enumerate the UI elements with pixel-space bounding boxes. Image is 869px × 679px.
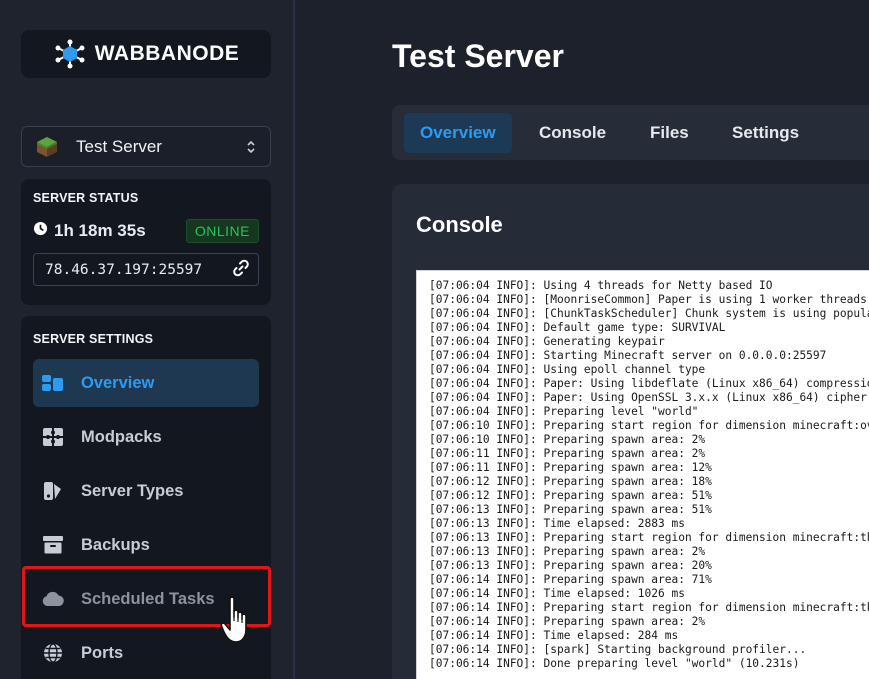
server-address: 78.46.37.197:25597 [45,261,203,278]
sidebar-item-label: Overview [81,373,155,392]
status-badge: ONLINE [185,219,259,243]
console-line: [07:06:04 INFO]: [ChunkTaskScheduler] Ch… [429,307,869,320]
console-line: [07:06:13 INFO]: Preparing start region … [429,531,869,544]
console-panel: Console [07:06:04 INFO]: Using 4 threads… [392,184,869,679]
console-line: [07:06:13 INFO]: Preparing spawn area: 2… [429,545,706,558]
sidebar-item-server-types[interactable]: Server Types [33,467,259,515]
console-line: [07:06:04 INFO]: [MoonriseCommon] Paper … [429,293,869,306]
console-line: [07:06:10 INFO]: Preparing spawn area: 2… [429,433,706,446]
page-title: Test Server [392,38,564,74]
sidebar-item-backups[interactable]: Backups [33,521,259,569]
tab-settings[interactable]: Settings [716,113,815,153]
hand-pointer-cursor-icon [220,595,256,652]
console-line: [07:06:04 INFO]: Paper: Using libdeflate… [429,377,869,390]
copy-link-icon[interactable] [232,259,250,281]
console-line: [07:06:14 INFO]: Time elapsed: 1026 ms [429,587,685,600]
console-line: [07:06:14 INFO]: Done preparing level "w… [429,657,800,670]
console-line: [07:06:04 INFO]: Preparing level "world" [429,405,699,418]
sidebar-item-overview[interactable]: Overview [33,359,259,407]
tab-files[interactable]: Files [634,113,705,153]
clock-icon [33,221,48,241]
console-line: [07:06:13 INFO]: Preparing spawn area: 5… [429,503,712,516]
server-types-icon [41,479,65,503]
console-line: [07:06:04 INFO]: Paper: Using OpenSSL 3.… [429,391,869,404]
console-line: [07:06:13 INFO]: Time elapsed: 2883 ms [429,517,685,530]
sidebar-item-label: Server Types [81,481,184,500]
server-settings-title: SERVER SETTINGS [33,332,154,346]
console-line: [07:06:14 INFO]: [spark] Starting backgr… [429,643,807,656]
console-line: [07:06:10 INFO]: Preparing start region … [429,419,869,432]
globe-icon [41,641,65,665]
uptime-value: 1h 18m 35s [54,221,146,240]
console-line: [07:06:04 INFO]: Using 4 threads for Net… [429,279,773,292]
console-line: [07:06:14 INFO]: Preparing spawn area: 7… [429,573,712,586]
console-line: [07:06:04 INFO]: Default game type: SURV… [429,321,726,334]
server-status-title: SERVER STATUS [33,191,139,205]
server-address-field[interactable]: 78.46.37.197:25597 [33,253,259,286]
grass-block-icon [36,136,58,158]
console-line: [07:06:14 INFO]: Preparing spawn area: 2… [429,615,706,628]
main-content: Test Server Overview Console Files Setti… [297,0,869,679]
server-select-label: Test Server [76,136,162,156]
brand-logo[interactable]: WABBANODE [21,30,271,78]
console-line: [07:06:12 INFO]: Preparing spawn area: 5… [429,489,712,502]
puzzle-icon [41,425,65,449]
console-line: [07:06:12 INFO]: Preparing spawn area: 1… [429,475,712,488]
console-line: [07:06:11 INFO]: Preparing spawn area: 1… [429,461,712,474]
sidebar-item-modpacks[interactable]: Modpacks [33,413,259,461]
wabbanode-logo-icon [55,39,85,69]
console-title: Console [416,212,503,237]
sidebar: WABBANODE Test Server SERVER STATUS 1h 1… [0,0,295,679]
chevron-up-down-icon [246,139,256,155]
sidebar-item-label: Ports [81,643,124,662]
tab-overview[interactable]: Overview [404,113,512,153]
tab-console[interactable]: Console [523,113,622,153]
console-line: [07:06:04 INFO]: Starting Minecraft serv… [429,349,827,362]
console-line: [07:06:14 INFO]: Time elapsed: 284 ms [429,629,679,642]
sidebar-item-label: Modpacks [81,427,162,446]
console-line: [07:06:11 INFO]: Preparing spawn area: 2… [429,447,706,460]
console-line: [07:06:14 INFO]: Preparing start region … [429,601,869,614]
console-line: [07:06:04 INFO]: Generating keypair [429,335,665,348]
console-line: [07:06:13 INFO]: Preparing spawn area: 2… [429,559,712,572]
brand-name: WABBANODE [94,42,240,65]
archive-icon [41,533,65,557]
overview-icon [41,371,65,395]
console-line: [07:06:04 INFO]: Using epoll channel typ… [429,363,706,376]
console-output[interactable]: [07:06:04 INFO]: Using 4 threads for Net… [416,270,869,679]
server-select[interactable]: Test Server [21,126,271,167]
sidebar-item-label: Backups [81,535,150,554]
server-status-card: SERVER STATUS 1h 18m 35s ONLINE 78.46.37… [21,179,271,305]
tab-bar: Overview Console Files Settings [392,105,869,160]
